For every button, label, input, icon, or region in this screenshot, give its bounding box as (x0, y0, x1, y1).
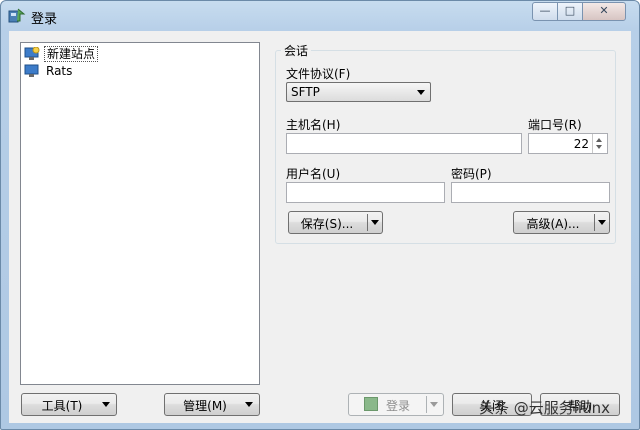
protocol-label: 文件协议(F) (286, 67, 351, 81)
chevron-down-icon (430, 402, 438, 407)
port-value: 22 (573, 137, 589, 151)
close-icon: ✕ (599, 4, 609, 17)
monitor-icon (24, 64, 39, 77)
login-split-divider (426, 396, 427, 413)
window-title: 登录 (31, 12, 58, 27)
user-label: 用户名(U) (286, 167, 341, 181)
host-input[interactable] (286, 133, 522, 154)
password-label: 密码(P) (451, 167, 492, 181)
advanced-button[interactable]: 高级(A)... (513, 211, 610, 234)
login-button[interactable]: 登录 (348, 393, 444, 416)
app-icon (8, 8, 26, 23)
manage-button-label: 管理(M) (183, 399, 227, 413)
manage-button[interactable]: 管理(M) (164, 393, 260, 416)
close-window-button[interactable]: ✕ (582, 2, 626, 21)
chevron-down-icon (245, 402, 253, 407)
maximize-icon: □ (564, 4, 576, 17)
save-button[interactable]: 保存(S)... (288, 211, 383, 234)
maximize-button[interactable]: □ (557, 2, 583, 21)
minimize-button[interactable]: — (532, 2, 558, 21)
site-item-rats[interactable]: Rats (24, 63, 74, 79)
dialog-body: 新建站点 Rats 会话 文件协议(F) SFTP 主机名(H) 端口号(R) … (9, 31, 631, 423)
login-window: 登录 — □ ✕ 新建站点 Rats 会话 文件协议(F) SFTP 主机名(H… (0, 0, 640, 430)
minimize-icon: — (539, 4, 551, 17)
chevron-down-icon[interactable] (598, 220, 606, 225)
session-group-title: 会话 (281, 42, 312, 59)
save-button-label: 保存(S)... (300, 217, 354, 231)
chevron-down-icon[interactable] (371, 220, 379, 225)
tools-button[interactable]: 工具(T) (21, 393, 117, 416)
title-bar[interactable]: 登录 — □ ✕ (1, 1, 639, 31)
arrow-down-icon (596, 145, 602, 149)
site-tree[interactable]: 新建站点 Rats (20, 42, 260, 385)
spin-arrows[interactable] (592, 134, 607, 153)
advanced-split-divider (594, 214, 595, 231)
protocol-select[interactable]: SFTP (286, 82, 431, 102)
site-item-label: Rats (46, 64, 73, 78)
port-label: 端口号(R) (528, 118, 582, 132)
login-button-label: 登录 (385, 399, 410, 413)
tools-button-label: 工具(T) (41, 399, 83, 413)
advanced-button-label: 高级(A)... (526, 217, 580, 231)
watermark-text: 头条 @云服务liunx (479, 399, 610, 417)
chevron-down-icon (102, 402, 110, 407)
arrow-up-icon (596, 138, 602, 142)
username-input[interactable] (286, 182, 445, 203)
site-item-label: 新建站点 (44, 46, 99, 62)
port-stepper[interactable]: 22 (528, 133, 608, 154)
site-item-new[interactable]: 新建站点 (24, 46, 99, 62)
protocol-value: SFTP (291, 85, 320, 99)
host-label: 主机名(H) (286, 118, 341, 132)
new-site-icon (24, 47, 40, 60)
chevron-down-icon (417, 90, 425, 95)
password-input[interactable] (451, 182, 610, 203)
login-icon (364, 397, 378, 411)
save-split-divider (367, 214, 368, 231)
